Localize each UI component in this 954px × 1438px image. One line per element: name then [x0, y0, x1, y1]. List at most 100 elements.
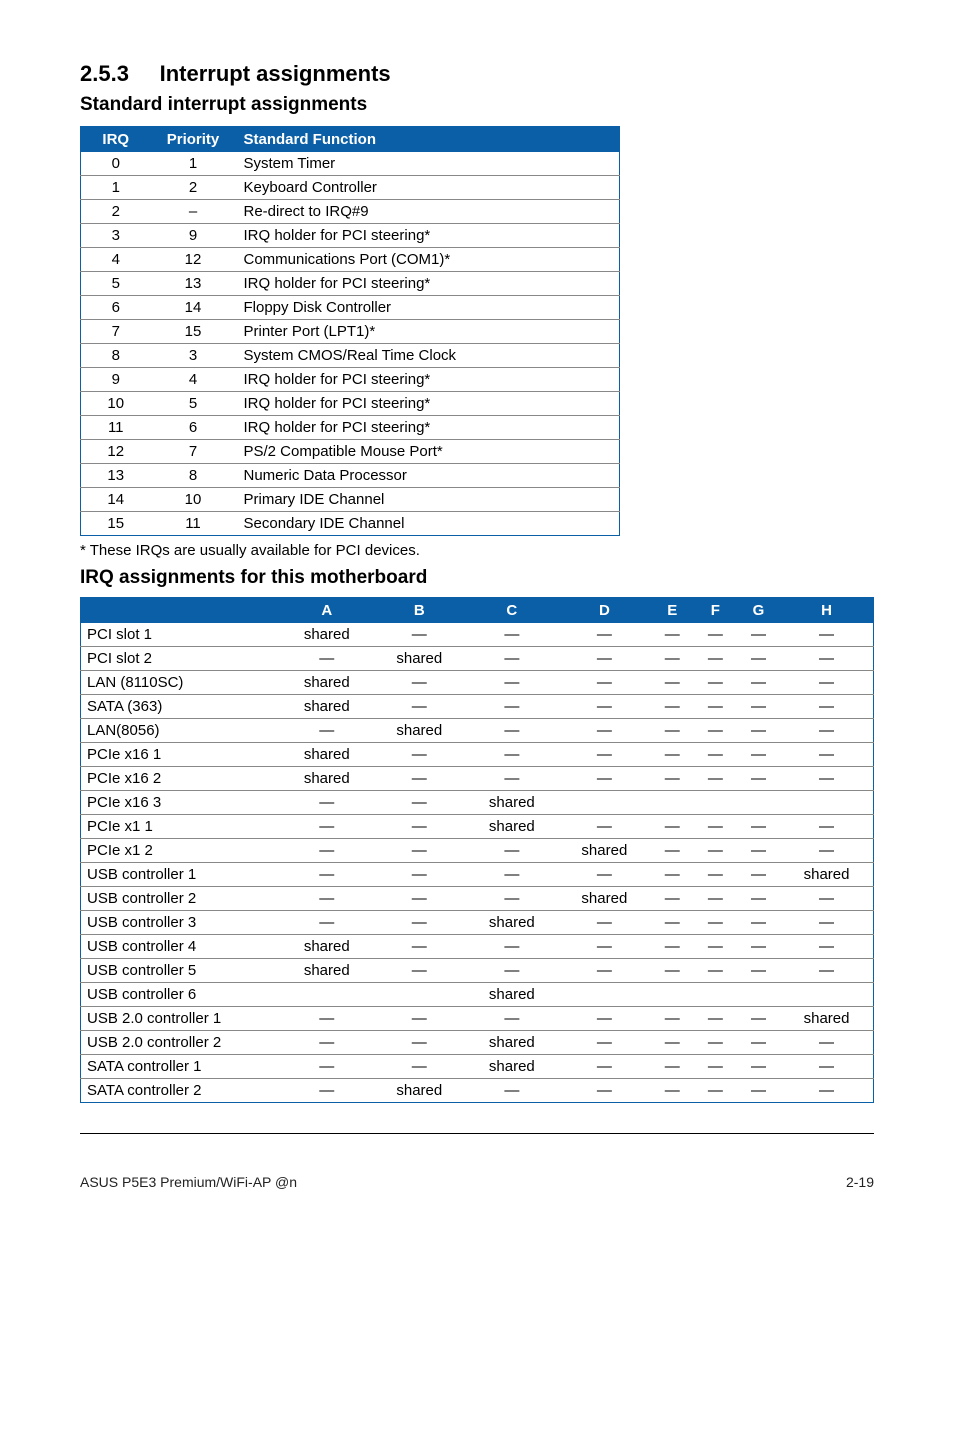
device-cell: PCIe x16 1 — [81, 743, 281, 767]
table-row: SATA controller 2—shared—————— — [81, 1079, 874, 1103]
priority-cell: 1 — [151, 152, 236, 176]
device-cell: USB controller 3 — [81, 911, 281, 935]
irq-assign-cell: — — [737, 1007, 780, 1031]
table-row: PCIe x1 2———shared———— — [81, 839, 874, 863]
irq-assign-cell: — — [558, 1055, 651, 1079]
irq-assign-cell: — — [281, 911, 374, 935]
priority-cell: 3 — [151, 344, 236, 368]
irq-assign-cell — [651, 983, 694, 1007]
device-cell: PCIe x16 3 — [81, 791, 281, 815]
footer-rule — [80, 1133, 874, 1134]
irq-assign-cell: — — [373, 1055, 466, 1079]
t1-th-func: Standard Function — [236, 127, 620, 153]
irq-assign-cell: — — [737, 839, 780, 863]
irq-assign-cell: — — [466, 1079, 559, 1103]
irq-assign-cell: — — [651, 671, 694, 695]
irq-assign-cell: shared — [780, 863, 873, 887]
irq-assign-cell: — — [651, 1055, 694, 1079]
irq-assign-cell — [737, 983, 780, 1007]
table-row: LAN(8056)—shared—————— — [81, 719, 874, 743]
irq-cell: 7 — [81, 320, 151, 344]
irq-assign-cell: — — [558, 863, 651, 887]
priority-cell: 13 — [151, 272, 236, 296]
irq-assign-cell: — — [373, 839, 466, 863]
irq-assign-cell: — — [737, 887, 780, 911]
irq-assign-cell: — — [737, 1079, 780, 1103]
irq-assign-cell: — — [651, 1079, 694, 1103]
irq-assign-cell: — — [466, 719, 559, 743]
irq-assign-cell: — — [281, 1055, 374, 1079]
table-row: 715Printer Port (LPT1)* — [81, 320, 620, 344]
irq-assign-cell — [780, 791, 873, 815]
irq-assign-cell: — — [281, 839, 374, 863]
table-row: 1511Secondary IDE Channel — [81, 512, 620, 536]
irq-assign-cell: — — [373, 671, 466, 695]
table-row: USB controller 3——shared————— — [81, 911, 874, 935]
t2-th: H — [780, 598, 873, 624]
irq-assign-cell: — — [780, 647, 873, 671]
irq-assign-cell: — — [694, 767, 737, 791]
func-cell: Re-direct to IRQ#9 — [236, 200, 620, 224]
irq-assign-cell: shared — [281, 671, 374, 695]
device-cell: SATA (363) — [81, 695, 281, 719]
irq-assign-cell: — — [694, 1079, 737, 1103]
table-row: 01System Timer — [81, 152, 620, 176]
irq-assign-cell: — — [466, 959, 559, 983]
irq-assign-cell: — — [466, 623, 559, 647]
irq-assign-cell: — — [558, 1007, 651, 1031]
device-cell: USB controller 2 — [81, 887, 281, 911]
table-row: USB controller 2———shared———— — [81, 887, 874, 911]
irq-assign-cell: — — [373, 1031, 466, 1055]
irq-assign-cell: — — [373, 911, 466, 935]
irq-assign-cell: — — [651, 839, 694, 863]
irq-assign-cell: — — [651, 815, 694, 839]
irq-assign-cell: — — [466, 863, 559, 887]
irq-assign-cell: — — [651, 647, 694, 671]
func-cell: Communications Port (COM1)* — [236, 248, 620, 272]
device-cell: USB controller 5 — [81, 959, 281, 983]
irq-assign-cell: — — [780, 815, 873, 839]
irq-assign-cell: — — [281, 647, 374, 671]
table-row: 39IRQ holder for PCI steering* — [81, 224, 620, 248]
table-row: 127PS/2 Compatible Mouse Port* — [81, 440, 620, 464]
irq-assign-cell: shared — [466, 1031, 559, 1055]
table-row: PCIe x16 1shared——————— — [81, 743, 874, 767]
irq-assign-cell: — — [737, 959, 780, 983]
page-footer: ASUS P5E3 Premium/WiFi-AP @n 2-19 — [80, 1174, 874, 1190]
irq-assign-cell: — — [651, 743, 694, 767]
table-row: USB 2.0 controller 2——shared————— — [81, 1031, 874, 1055]
irq-assign-cell: — — [780, 911, 873, 935]
func-cell: Secondary IDE Channel — [236, 512, 620, 536]
irq-assign-cell — [694, 791, 737, 815]
irq-assign-cell: — — [281, 887, 374, 911]
irq-assign-cell: — — [694, 1055, 737, 1079]
irq-assign-cell: shared — [466, 911, 559, 935]
irq-assign-cell: shared — [466, 791, 559, 815]
func-cell: IRQ holder for PCI steering* — [236, 392, 620, 416]
irq-cell: 14 — [81, 488, 151, 512]
footnote: * These IRQs are usually available for P… — [80, 542, 874, 559]
irq-assign-cell: — — [558, 647, 651, 671]
irq-assign-cell: — — [558, 935, 651, 959]
irq-cell: 4 — [81, 248, 151, 272]
func-cell: Primary IDE Channel — [236, 488, 620, 512]
irq-cell: 12 — [81, 440, 151, 464]
irq-assign-cell: — — [651, 767, 694, 791]
irq-assign-cell: shared — [373, 647, 466, 671]
table-row: PCI slot 2—shared—————— — [81, 647, 874, 671]
irq-assign-cell: — — [373, 743, 466, 767]
irq-assign-cell: shared — [373, 719, 466, 743]
irq-assign-cell: — — [780, 1031, 873, 1055]
irq-assign-cell — [651, 791, 694, 815]
device-cell: USB 2.0 controller 1 — [81, 1007, 281, 1031]
func-cell: Keyboard Controller — [236, 176, 620, 200]
irq-assign-cell: — — [373, 935, 466, 959]
priority-cell: 8 — [151, 464, 236, 488]
t2-th: B — [373, 598, 466, 624]
table-row: PCI slot 1shared——————— — [81, 623, 874, 647]
table-row: LAN (8110SC)shared——————— — [81, 671, 874, 695]
irq-assign-cell: — — [558, 911, 651, 935]
irq-assign-cell: — — [737, 935, 780, 959]
table-row: 83System CMOS/Real Time Clock — [81, 344, 620, 368]
irq-assign-cell: — — [373, 695, 466, 719]
